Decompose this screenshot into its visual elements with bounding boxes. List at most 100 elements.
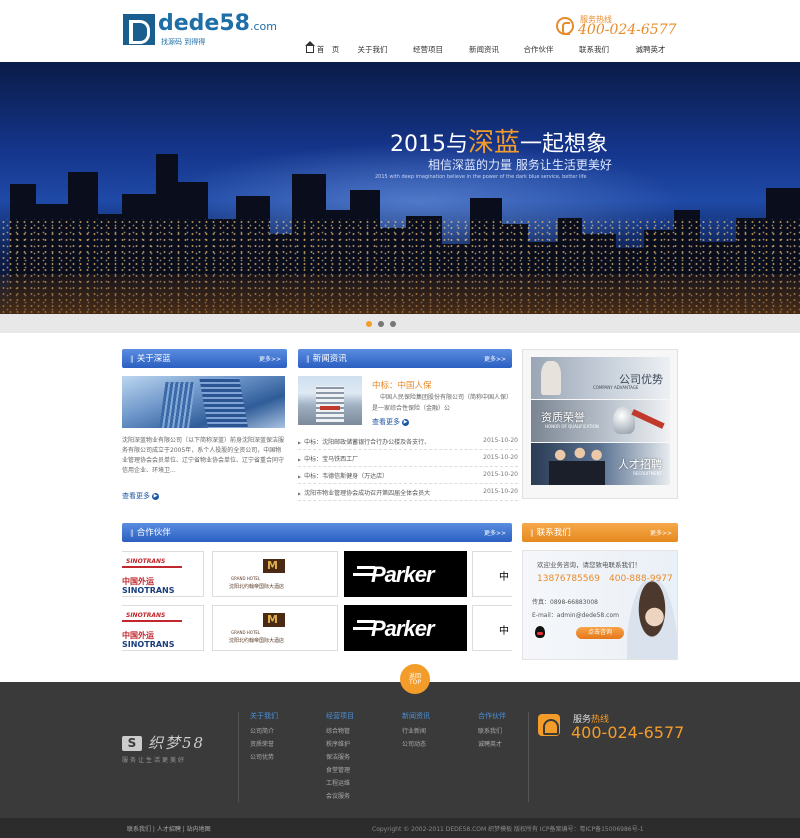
header-hotline: 服务热线 400-024-6577 [556, 14, 681, 38]
slide-dot-1[interactable] [366, 321, 372, 327]
news-item[interactable]: 中标：宝马铁西工厂2015-10-20 [298, 450, 518, 467]
hotel-logo-icon [263, 559, 285, 573]
partner-logo-rule [122, 566, 182, 568]
phone-icon [556, 17, 574, 35]
banner-title: 2015与深蓝一起想象 [390, 128, 609, 158]
footer-logo: S 织梦58 服务让生活更美好 [122, 734, 206, 764]
nav-careers[interactable]: 诚聘英才 [623, 44, 678, 60]
banner-ground [0, 274, 800, 314]
hero-banner[interactable]: 2015与深蓝一起想象 相信深蓝的力量 服务让生活更美好 2015 with d… [0, 62, 800, 314]
footer-logo-icon: S [122, 736, 142, 751]
footer-link[interactable]: 会议服务 [326, 791, 354, 804]
about-more-link[interactable]: 更多>> [259, 354, 281, 363]
news-item[interactable]: 沈阳市物业管理协会成功召开第四届全体会员大2015-10-20 [298, 484, 518, 501]
news-headline[interactable]: 中标：中国人保 [372, 379, 432, 391]
nav-contact[interactable]: 联系我们 [565, 44, 623, 60]
about-view-more[interactable]: 查看更多 ▶ [122, 491, 159, 501]
footer-link[interactable]: 行业新闻 [402, 726, 430, 739]
nav-partners[interactable]: 合作伙伴 [512, 44, 565, 60]
consult-button[interactable]: 点击咨询 [576, 627, 624, 639]
nav-projects[interactable]: 经营项目 [400, 44, 456, 60]
nav-news[interactable]: 新闻资讯 [456, 44, 512, 60]
news-more-link[interactable]: 更多>> [484, 354, 506, 363]
footer-col-title[interactable]: 关于我们 [250, 711, 278, 721]
banner-subtitle: 相信深蓝的力量 服务让生活更美好 [428, 158, 612, 172]
contact-more-link[interactable]: 更多>> [650, 528, 672, 537]
promo-honors[interactable]: 资质荣誉 HONOR OF QUALIFICATION [531, 400, 670, 442]
news-summary: 中国人民保险集团股份有限公司（简称中国人保）是一家综合性保险（金融）公 [372, 394, 513, 412]
promo-recruitment[interactable]: 人才招聘 RECRUITMENT [531, 443, 670, 485]
footer-divider [528, 712, 529, 802]
footer-link[interactable]: 秩序维护 [326, 739, 354, 752]
hotline-number: 400-024-6577 [578, 22, 677, 38]
footer-link[interactable]: 保洁服务 [326, 752, 354, 765]
qq-icon[interactable] [535, 626, 545, 638]
contact-title: 联系我们 [530, 526, 571, 538]
contact-welcome: 欢迎业务咨询，请您致电联系我们！ [537, 561, 641, 569]
contact-fax: 传真：0898-66883008 [532, 599, 598, 606]
back-to-top-button[interactable]: 返回 TOP [400, 664, 430, 694]
telephone-icon [538, 714, 560, 736]
partner-logo-sinotrans[interactable]: SINOTRANS 中国外运 SINOTRANS [122, 551, 204, 597]
footer-col-title[interactable]: 经营项目 [326, 711, 354, 721]
customer-service-image [627, 581, 677, 659]
footer-link[interactable]: 资质荣誉 [250, 739, 278, 752]
partner-logo-sinotrans[interactable]: SINOTRANS 中国外运 SINOTRANS [122, 605, 204, 651]
about-building-image[interactable] [122, 376, 285, 428]
footer-link[interactable]: 公司优势 [250, 752, 278, 765]
footer-col-title[interactable]: 合作伙伴 [478, 711, 506, 721]
footer-link[interactable]: 公司动态 [402, 739, 430, 752]
footer-quick-links[interactable]: 联系我们 | 人才招聘 | 站内地图 [127, 824, 211, 833]
partner-logo-cut[interactable]: 中 [472, 551, 512, 597]
partner-logo-hotel[interactable]: GRAND HOTEL沈阳北约翰帝国际大酒店 [212, 551, 338, 597]
promo-people-image [549, 445, 605, 485]
partners-more-link[interactable]: 更多>> [484, 528, 506, 537]
nav-about[interactable]: 关于我们 [345, 44, 400, 60]
promo-company-advantage[interactable]: 公司优势 COMPANY ADVANTAGE [531, 357, 670, 399]
news-item[interactable]: 中标：韦德信斯健身（万达店）2015-10-20 [298, 467, 518, 484]
slider-pagination [0, 314, 800, 333]
city-skyline-image [0, 154, 800, 314]
copyright-text: Copyright © 2002-2011 DEDE58.COM 织梦模板 版权… [372, 826, 644, 833]
footer-link[interactable]: 食堂管理 [326, 765, 354, 778]
logo-text: dede58.com [158, 11, 277, 36]
footer-link[interactable]: 综合物管 [326, 726, 354, 739]
news-title: 新闻资讯 [306, 352, 347, 364]
footer-col-about: 关于我们 公司简介 资质荣誉 公司优势 [250, 711, 278, 765]
partner-logo-hotel[interactable]: GRAND HOTEL沈阳北约翰帝国际大酒店 [212, 605, 338, 651]
contact-panel-header: 联系我们 更多>> [522, 523, 678, 542]
news-view-more[interactable]: 查看更多 ▶ [372, 417, 409, 427]
about-title: 关于深蓝 [130, 352, 171, 364]
partner-logo-parker[interactable]: Parker [344, 551, 467, 597]
trophy-ribbon [631, 409, 665, 429]
trophy-icon [613, 406, 635, 434]
footer-link[interactable]: 公司简介 [250, 726, 278, 739]
partners-panel-header: 合作伙伴 更多>> [122, 523, 512, 542]
footer-hotline: 服务热线 400-024-6577 [538, 712, 688, 744]
copyright-bar: 联系我们 | 人才招聘 | 站内地图 Copyright © 2002-2011… [0, 818, 800, 838]
about-text: 沈阳深蓝物业有限公司（以下简称深蓝）前身沈阳深蓝保洁服务有限公司成立于2005年… [122, 437, 285, 474]
news-panel-header: 新闻资讯 更多>> [298, 349, 512, 368]
footer-link[interactable]: 工程运维 [326, 778, 354, 791]
arrow-right-icon: ▶ [152, 492, 159, 500]
slide-dot-3[interactable] [390, 321, 396, 327]
news-item[interactable]: 中标：沈阳邮政储蓄银行合行办公楼及各支行、2015-10-20 [298, 433, 518, 450]
news-list: 中标：沈阳邮政储蓄银行合行办公楼及各支行、2015-10-20 中标：宝马铁西工… [298, 433, 518, 501]
site-footer [0, 682, 800, 818]
partner-logo-cut[interactable]: 中 [472, 605, 512, 651]
footer-link[interactable]: 诚聘英才 [478, 739, 506, 752]
footer-link[interactable]: 联系我们 [478, 726, 506, 739]
contact-box: 欢迎业务咨询，请您致电联系我们！ 13876785569 400-888-997… [522, 550, 678, 660]
nav-home[interactable]: 首 页 [300, 41, 345, 60]
partner-logo-parker[interactable]: Parker [344, 605, 467, 651]
site-logo[interactable]: dede58.com 找源码 到得得 [123, 11, 283, 46]
footer-col-title[interactable]: 新闻资讯 [402, 711, 430, 721]
promo-advantage-image [541, 361, 561, 395]
footer-divider [238, 712, 239, 802]
site-header: dede58.com 找源码 到得得 服务热线 400-024-6577 首 页… [0, 0, 800, 62]
slide-dot-2[interactable] [378, 321, 384, 327]
contact-email[interactable]: E-mail：admin@dede58.com [532, 610, 619, 619]
partners-title: 合作伙伴 [130, 526, 171, 538]
news-thumbnail[interactable] [298, 376, 362, 425]
about-panel-header: 关于深蓝 更多>> [122, 349, 287, 368]
